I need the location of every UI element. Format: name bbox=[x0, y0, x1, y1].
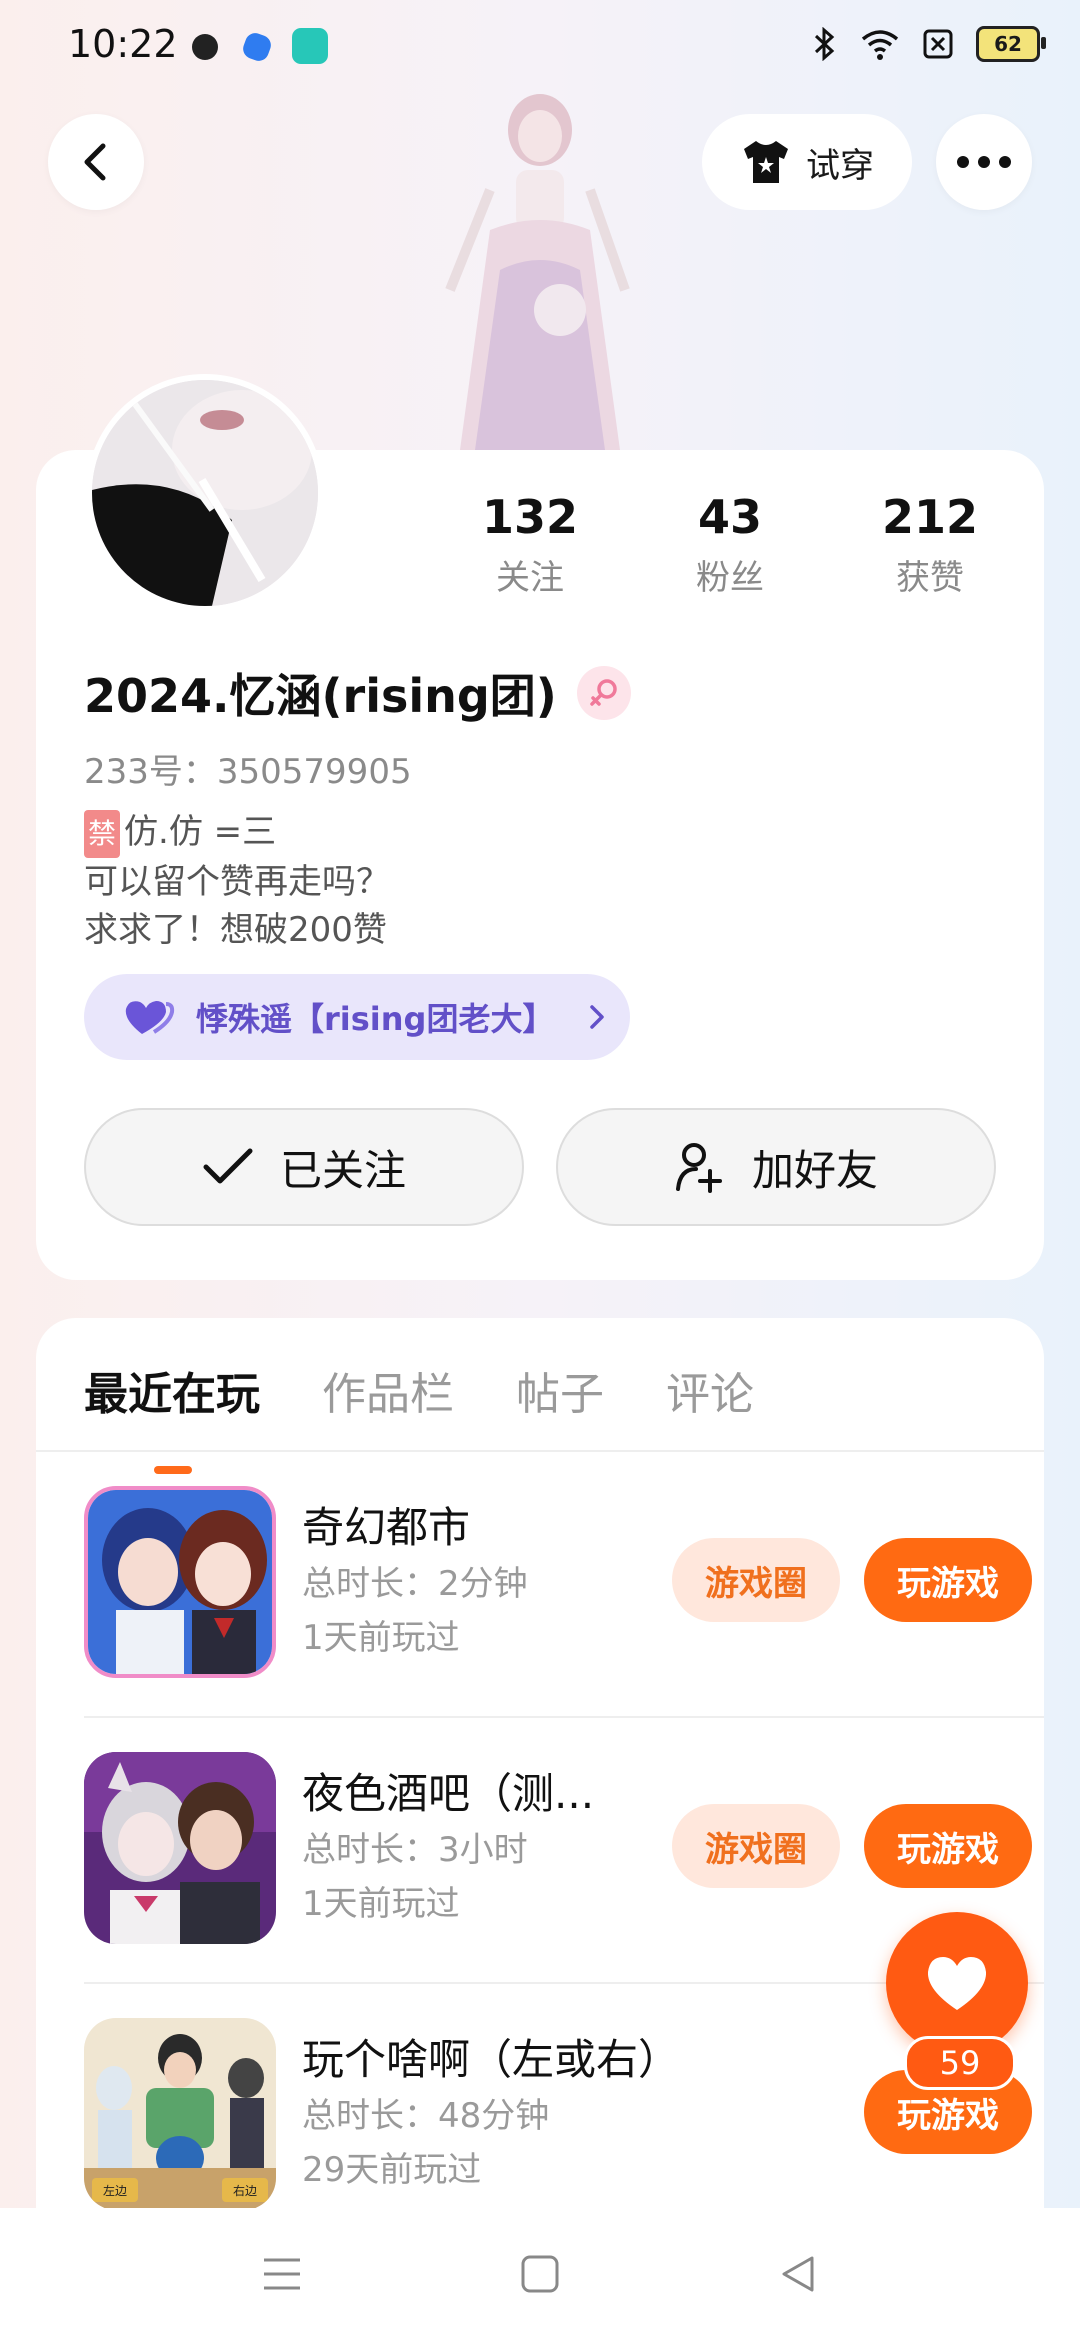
bluetooth-icon bbox=[814, 27, 835, 61]
stat-label: 获赞 bbox=[896, 558, 964, 598]
nav-menu-button[interactable] bbox=[250, 2242, 314, 2306]
tshirt-icon bbox=[744, 141, 788, 183]
avatar[interactable] bbox=[86, 374, 324, 612]
game-circle-button[interactable]: 游戏圈 bbox=[672, 1804, 840, 1888]
heart-icon bbox=[927, 1957, 987, 2010]
back-button[interactable] bbox=[48, 114, 144, 210]
stat-following[interactable]: 132 关注 bbox=[430, 490, 630, 599]
stat-number: 43 bbox=[697, 490, 762, 544]
game-icon-label-right: 右边 bbox=[233, 2183, 257, 2198]
app-notification-icon bbox=[292, 28, 328, 64]
home-square-icon bbox=[521, 2255, 559, 2293]
relation-badge[interactable]: 悸殊遥【rising团老大】 bbox=[84, 974, 630, 1060]
add-friend-button[interactable]: 加好友 bbox=[556, 1108, 996, 1226]
back-triangle-icon bbox=[782, 2256, 814, 2292]
game-duration: 总时长：2分钟 bbox=[302, 1564, 528, 1604]
like-count-badge: 59 bbox=[904, 2036, 1016, 2090]
more-horizontal-icon bbox=[957, 156, 1011, 168]
add-friend-label: 加好友 bbox=[751, 1145, 878, 1195]
app-notification-icon bbox=[240, 30, 274, 64]
tab-comments[interactable]: 评论 bbox=[666, 1358, 754, 1422]
game-circle-button[interactable]: 游戏圈 bbox=[672, 1538, 840, 1622]
status-time: 10:22 bbox=[68, 22, 178, 66]
stat-number: 132 bbox=[481, 490, 579, 544]
battery-icon: 62 bbox=[976, 26, 1046, 62]
followed-button[interactable]: 已关注 bbox=[84, 1108, 524, 1226]
bio-line: 求求了！想破200赞 bbox=[84, 910, 387, 950]
like-button[interactable] bbox=[886, 1912, 1028, 2054]
relation-label: 悸殊遥【rising团老大】 bbox=[196, 1000, 555, 1038]
app-notification-icon bbox=[192, 34, 218, 60]
nav-back-button[interactable] bbox=[766, 2242, 830, 2306]
double-heart-icon bbox=[125, 1001, 175, 1034]
username: 2024.忆涵(rising团) bbox=[84, 669, 557, 723]
chevron-left-icon bbox=[84, 143, 106, 181]
add-user-icon bbox=[675, 1143, 722, 1193]
female-gender-icon bbox=[576, 666, 631, 720]
wifi-icon bbox=[861, 30, 899, 60]
game-title: 夜色酒吧（测... bbox=[302, 1769, 595, 1818]
tab-recent-played[interactable]: 最近在玩 bbox=[84, 1358, 260, 1474]
activity-card: 最近在玩 作品栏 帖子 评论 奇幻都市 总时长：2分钟 1天前玩过 游戏圈 玩游… bbox=[36, 1318, 1044, 2340]
game-icon bbox=[84, 1486, 276, 1678]
game-last-played: 29天前玩过 bbox=[302, 2150, 482, 2190]
stat-label: 粉丝 bbox=[696, 558, 764, 598]
tab-bar: 最近在玩 作品栏 帖子 评论 bbox=[84, 1358, 754, 1474]
game-last-played: 1天前玩过 bbox=[302, 1618, 460, 1658]
stat-label: 关注 bbox=[496, 558, 564, 598]
bio-line: 仿.仿 =三 bbox=[124, 812, 277, 852]
game-duration: 总时长：48分钟 bbox=[302, 2096, 550, 2136]
try-on-button[interactable]: 试穿 bbox=[702, 114, 912, 210]
game-title: 玩个啥啊（左或右） bbox=[302, 2035, 681, 2084]
checkmark-icon bbox=[203, 1148, 253, 1184]
play-game-button[interactable]: 玩游戏 bbox=[864, 1538, 1032, 1622]
game-row[interactable]: 奇幻都市 总时长：2分钟 1天前玩过 游戏圈 玩游戏 bbox=[84, 1452, 1044, 1718]
bio-tag: 禁 bbox=[84, 810, 121, 858]
followed-label: 已关注 bbox=[279, 1145, 406, 1195]
game-icon: 左边 右边 bbox=[84, 2018, 276, 2210]
stat-followers[interactable]: 43 粉丝 bbox=[630, 490, 830, 599]
game-icon-label-left: 左边 bbox=[103, 2183, 127, 2198]
tab-works[interactable]: 作品栏 bbox=[322, 1358, 454, 1422]
chevron-right-icon bbox=[590, 1005, 605, 1029]
battery-level: 62 bbox=[994, 32, 1022, 56]
try-on-label: 试穿 bbox=[806, 145, 874, 186]
tab-posts[interactable]: 帖子 bbox=[516, 1358, 604, 1422]
status-bar: 10:22 62 bbox=[0, 0, 1080, 96]
game-last-played: 1天前玩过 bbox=[302, 1884, 460, 1924]
more-button[interactable] bbox=[936, 114, 1032, 210]
profile-stats: 132 关注 43 粉丝 212 获赞 bbox=[430, 490, 1030, 599]
avatar-outfit-figure bbox=[430, 90, 650, 450]
stat-number: 212 bbox=[881, 490, 979, 544]
bio-line: 可以留个赞再走吗？ bbox=[84, 862, 390, 902]
username-row: 2024.忆涵(rising团) bbox=[84, 660, 631, 726]
user-id: 233号：350579905 bbox=[84, 752, 412, 792]
game-duration: 总时长：3小时 bbox=[302, 1830, 528, 1870]
game-title: 奇幻都市 bbox=[302, 1503, 471, 1552]
stat-likes[interactable]: 212 获赞 bbox=[830, 490, 1030, 599]
play-game-button[interactable]: 玩游戏 bbox=[864, 1804, 1032, 1888]
system-nav-bar bbox=[0, 2208, 1080, 2340]
nav-home-button[interactable] bbox=[508, 2242, 572, 2306]
sim-icon bbox=[923, 29, 953, 59]
bio: 禁仿.仿 =三 可以留个赞再走吗？ 求求了！想破200赞 bbox=[84, 808, 390, 954]
game-icon bbox=[84, 1752, 276, 1944]
menu-icon bbox=[264, 2258, 300, 2290]
